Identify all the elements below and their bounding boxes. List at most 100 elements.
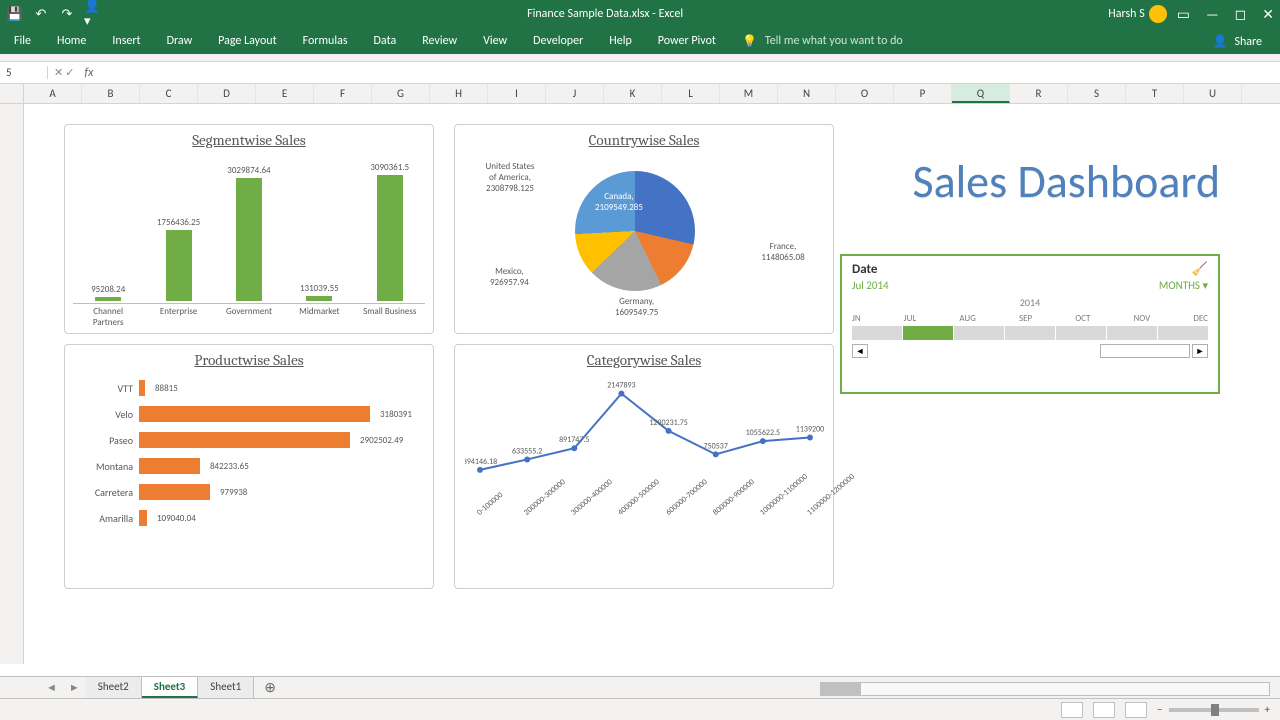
slicer-prev-button[interactable]: ◄: [852, 344, 868, 358]
tab-view[interactable]: View: [479, 30, 511, 52]
column-header-G[interactable]: G: [372, 84, 430, 103]
column-header-T[interactable]: T: [1126, 84, 1184, 103]
ribbon-options-icon[interactable]: ▭: [1177, 6, 1190, 23]
close-icon[interactable]: ✕: [1262, 6, 1274, 23]
column-header-C[interactable]: C: [140, 84, 198, 103]
page-layout-view-button[interactable]: [1093, 702, 1115, 718]
slicer-year: 2014: [852, 296, 1208, 309]
column-header-J[interactable]: J: [546, 84, 604, 103]
column-header-H[interactable]: H: [430, 84, 488, 103]
tab-insert[interactable]: Insert: [108, 30, 144, 52]
tab-page-layout[interactable]: Page Layout: [214, 30, 280, 52]
sheet-tab-sheet2[interactable]: Sheet2: [86, 677, 142, 698]
column-header-O[interactable]: O: [836, 84, 894, 103]
dashboard-title: Sales Dashboard: [912, 154, 1220, 210]
panel-countrywise[interactable]: Countrywise Sales United Statesof Americ…: [454, 124, 834, 334]
worksheet-grid[interactable]: Sales Dashboard Segmentwise Sales 95208.…: [0, 104, 1280, 664]
column-header-L[interactable]: L: [662, 84, 720, 103]
slicer-next-button[interactable]: ►: [1192, 344, 1208, 358]
timeline-slicer[interactable]: Date 🧹 Jul 2014 MONTHS ▾ 2014 JNJULAUGSE…: [840, 254, 1220, 394]
formula-bar[interactable]: [97, 67, 1280, 79]
sheet-nav-next[interactable]: ►: [63, 681, 86, 694]
sheet-tab-sheet1[interactable]: Sheet1: [198, 677, 254, 698]
zoom-control[interactable]: − +: [1157, 703, 1270, 716]
pie-chart: United Statesof America,2308798.125 Cana…: [455, 151, 833, 321]
tab-draw[interactable]: Draw: [163, 30, 197, 52]
enter-formula-icon[interactable]: ✓: [65, 66, 74, 79]
column-header-I[interactable]: I: [488, 84, 546, 103]
column-header-D[interactable]: D: [198, 84, 256, 103]
normal-view-button[interactable]: [1061, 702, 1083, 718]
panel-title: Segmentwise Sales: [65, 125, 433, 151]
svg-text:1139200: 1139200: [796, 424, 824, 434]
sheet-tab-sheet3[interactable]: Sheet3: [142, 677, 199, 698]
ribbon-tabs: File Home Insert Draw Page Layout Formul…: [0, 28, 1280, 54]
column-header-E[interactable]: E: [256, 84, 314, 103]
slicer-scroll-box[interactable]: [1100, 344, 1190, 358]
tab-home[interactable]: Home: [53, 30, 90, 52]
zoom-out-icon[interactable]: −: [1157, 703, 1162, 716]
tab-formulas[interactable]: Formulas: [299, 30, 352, 52]
hbar-chart: VTT88815Velo3180391Paseo2902502.49Montan…: [65, 371, 433, 535]
clear-filter-icon[interactable]: 🧹: [1192, 262, 1208, 277]
tab-developer[interactable]: Developer: [529, 30, 587, 52]
panel-categorywise[interactable]: Categorywise Sales 394146.18633555.28917…: [454, 344, 834, 589]
page-break-view-button[interactable]: [1125, 702, 1147, 718]
column-header-M[interactable]: M: [720, 84, 778, 103]
quick-access-toolbar: 💾 ↶ ↷ 👤▾: [6, 5, 102, 23]
pie-label-france: France,1148065.08: [743, 241, 823, 263]
window-controls: ▭ — ◻ ✕: [1177, 6, 1274, 23]
column-header-B[interactable]: B: [82, 84, 140, 103]
tab-file[interactable]: File: [10, 30, 35, 52]
name-box[interactable]: 5: [0, 66, 48, 79]
column-header-R[interactable]: R: [1010, 84, 1068, 103]
column-header-U[interactable]: U: [1184, 84, 1242, 103]
tab-data[interactable]: Data: [370, 30, 401, 52]
new-sheet-button[interactable]: ⊕: [254, 679, 286, 696]
share-button[interactable]: 👤 Share: [1209, 30, 1270, 53]
svg-text:1055622.5: 1055622.5: [746, 428, 780, 438]
sheet-nav-prev[interactable]: ◄: [40, 681, 63, 694]
tab-help[interactable]: Help: [605, 30, 636, 52]
pie-label-germany: Germany,1609549.75: [615, 296, 658, 318]
horizontal-scrollbar[interactable]: [820, 682, 1270, 696]
minimize-icon[interactable]: —: [1206, 6, 1219, 23]
panel-productwise[interactable]: Productwise Sales VTT88815Velo3180391Pas…: [64, 344, 434, 589]
avatar-icon: [1149, 5, 1167, 23]
column-header-Q[interactable]: Q: [952, 84, 1010, 103]
status-bar: − +: [0, 698, 1280, 720]
svg-text:394146.18: 394146.18: [465, 457, 497, 467]
account-name[interactable]: Harsh S: [1108, 5, 1166, 23]
cancel-formula-icon[interactable]: ✕: [54, 66, 63, 79]
select-all-triangle[interactable]: [0, 84, 24, 103]
undo-icon[interactable]: ↶: [32, 5, 50, 23]
slicer-title: Date: [852, 262, 877, 277]
panel-title: Categorywise Sales: [455, 345, 833, 371]
panel-segmentwise[interactable]: Segmentwise Sales 95208.241756436.253029…: [64, 124, 434, 334]
column-header-F[interactable]: F: [314, 84, 372, 103]
column-header-A[interactable]: A: [24, 84, 82, 103]
svg-text:750537: 750537: [704, 441, 728, 451]
bar-chart-axis: Channel PartnersEnterpriseGovernmentMidm…: [73, 303, 425, 328]
column-header-K[interactable]: K: [604, 84, 662, 103]
svg-text:633555.2: 633555.2: [512, 446, 542, 456]
fx-icon[interactable]: fx: [80, 66, 97, 80]
slicer-month-labels: JNJULAUGSEPOCTNOVDEC: [852, 313, 1208, 324]
slicer-track[interactable]: [852, 326, 1208, 340]
zoom-in-icon[interactable]: +: [1265, 703, 1270, 716]
tab-review[interactable]: Review: [418, 30, 461, 52]
save-icon[interactable]: 💾: [6, 5, 24, 23]
slicer-unit[interactable]: MONTHS ▾: [1159, 279, 1208, 292]
column-headers: ABCDEFGHIJKLMNOPQRSTU: [0, 84, 1280, 104]
tab-power-pivot[interactable]: Power Pivot: [654, 30, 720, 52]
column-header-S[interactable]: S: [1068, 84, 1126, 103]
row-headers[interactable]: [0, 104, 24, 664]
user-icon[interactable]: 👤▾: [84, 5, 102, 23]
column-header-N[interactable]: N: [778, 84, 836, 103]
column-header-P[interactable]: P: [894, 84, 952, 103]
redo-icon[interactable]: ↷: [58, 5, 76, 23]
line-chart: 394146.18633555.2891747.521478931290231.…: [465, 377, 823, 542]
tell-me[interactable]: 💡 Tell me what you want to do: [738, 26, 911, 56]
maximize-icon[interactable]: ◻: [1235, 6, 1247, 23]
pie-label-mexico: Mexico,926957.94: [490, 266, 529, 288]
